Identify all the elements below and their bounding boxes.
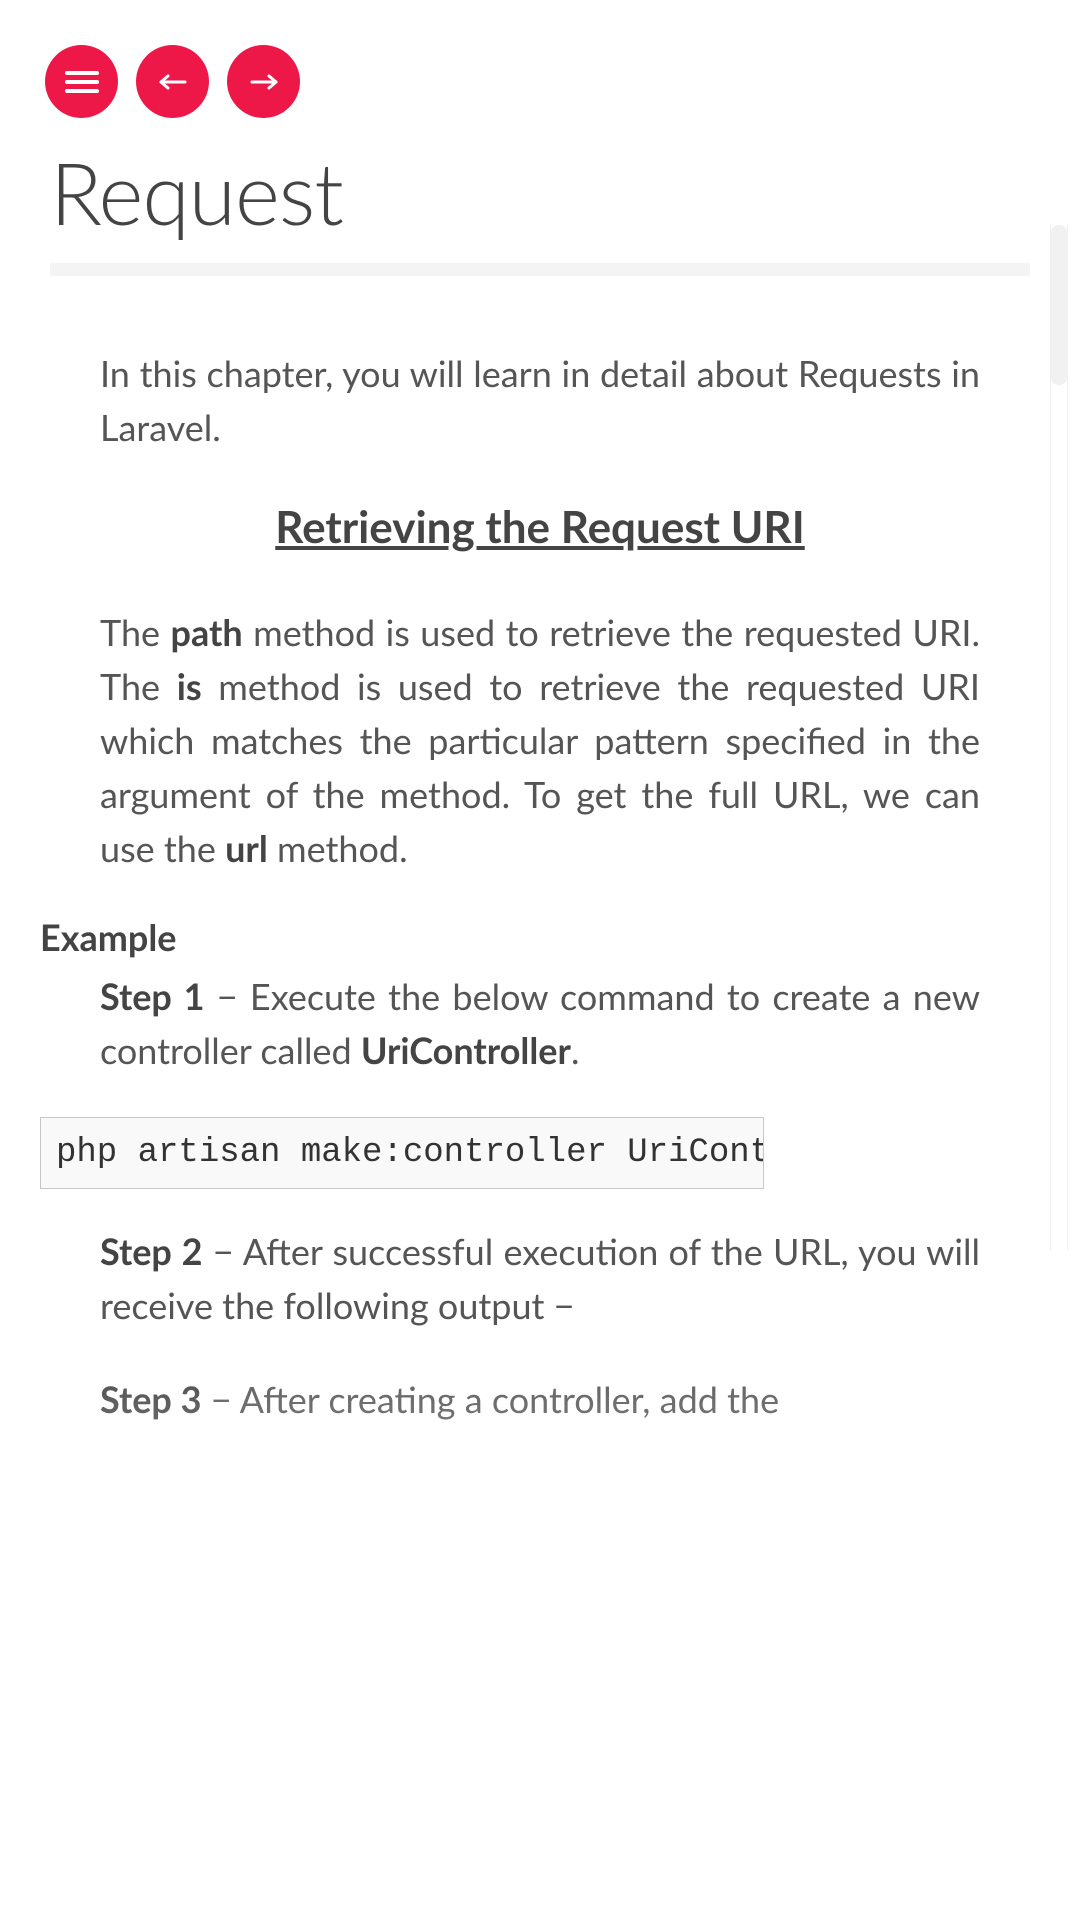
title-section: Request (0, 118, 1080, 276)
bold-uricontroller: UriController (361, 1028, 571, 1072)
page-title: Request (50, 148, 1030, 238)
steps-block-2: Step 2 − After successful execution of t… (0, 1224, 1080, 1426)
text: method. (268, 826, 408, 870)
step-2: Step 2 − After successful execution of t… (100, 1224, 980, 1332)
arrow-left-icon (158, 74, 188, 90)
arrow-right-icon (249, 74, 279, 90)
steps-block: Step 1 − Execute the below command to cr… (0, 969, 1080, 1077)
step-3: Step 3 − After creating a controller, ad… (100, 1372, 980, 1426)
scrollbar-thumb[interactable] (1050, 225, 1068, 385)
menu-icon (65, 70, 99, 94)
example-heading: Example (0, 915, 1080, 969)
page-root: Request In this chapter, you will learn … (0, 0, 1080, 1920)
prev-button[interactable] (136, 45, 209, 118)
section-heading: Retrieving the Request URI (100, 494, 980, 560)
text: − After successful execution of the URL,… (100, 1229, 980, 1327)
step-label: Step 2 (100, 1229, 203, 1273)
top-nav (0, 0, 1080, 118)
step-label: Step 1 (100, 974, 205, 1018)
text: − After creating a controller, add the (202, 1377, 780, 1421)
uri-paragraph: The path method is used to retrieve the … (100, 605, 980, 875)
menu-button[interactable] (45, 45, 118, 118)
step-1: Step 1 − Execute the below command to cr… (100, 969, 980, 1077)
text: The (100, 610, 171, 654)
code-block[interactable]: php artisan make:controller UriControlle… (40, 1117, 764, 1189)
intro-paragraph: In this chapter, you will learn in detai… (100, 346, 980, 454)
step-label: Step 3 (100, 1377, 202, 1421)
next-button[interactable] (227, 45, 300, 118)
content-body: In this chapter, you will learn in detai… (0, 346, 1080, 875)
bold-path: path (171, 610, 243, 654)
bold-is: is (177, 664, 202, 708)
text: . (571, 1028, 580, 1072)
code-block-wrap: php artisan make:controller UriControlle… (0, 1117, 1080, 1189)
bottom-fade (0, 1340, 1080, 1920)
bold-url: url (225, 826, 268, 870)
title-divider (50, 263, 1030, 276)
